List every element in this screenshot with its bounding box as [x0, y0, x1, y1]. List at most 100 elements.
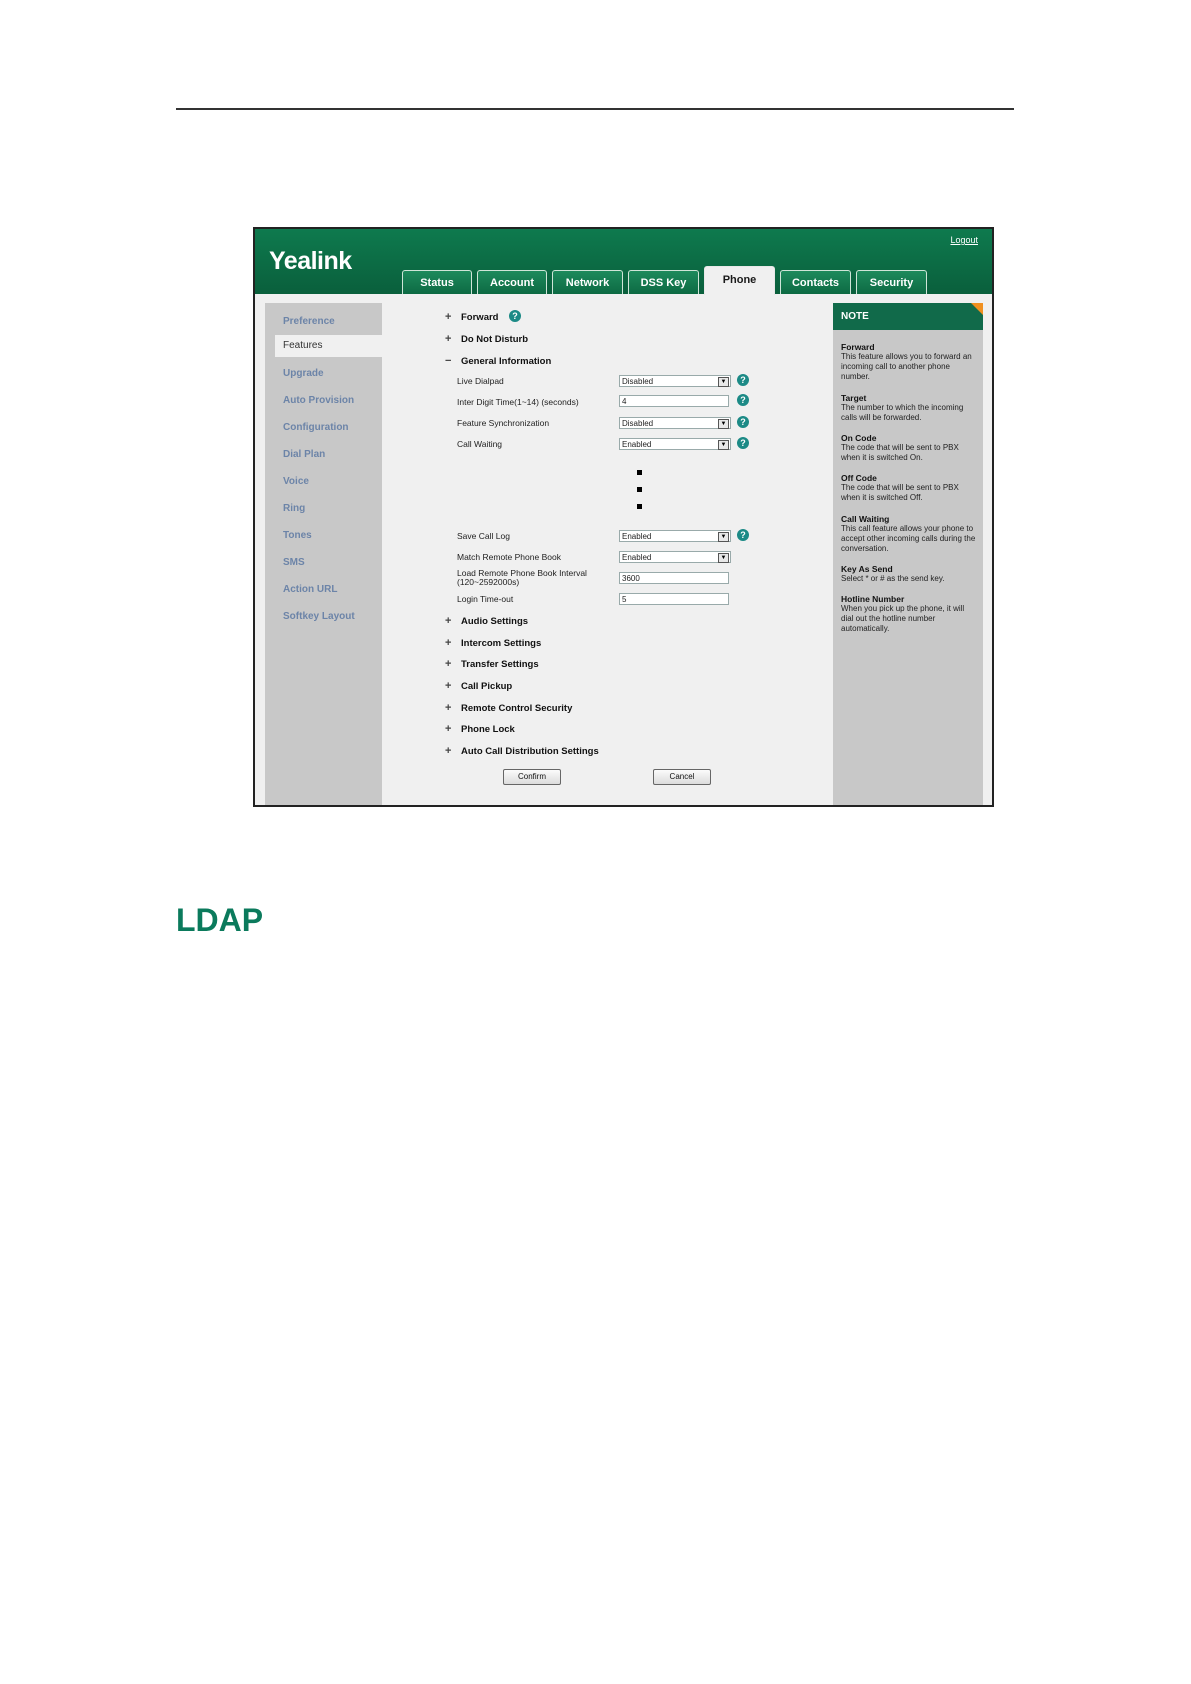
- section-label: General Information: [461, 356, 552, 367]
- inter-digit-time-label: Inter Digit Time(1~14) (seconds): [457, 397, 579, 407]
- chevron-down-icon[interactable]: ▼: [718, 553, 729, 563]
- select-value: Disabled: [622, 377, 654, 386]
- section-label: Phone Lock: [461, 724, 515, 735]
- tab-account[interactable]: Account: [477, 270, 547, 294]
- section-call-pickup[interactable]: + Call Pickup: [445, 680, 512, 692]
- note-panel: NOTE Forward This feature allows you to …: [833, 303, 983, 805]
- help-icon[interactable]: ?: [737, 437, 749, 449]
- sidebar-item-upgrade[interactable]: Upgrade: [283, 368, 324, 379]
- page-header-rule: [176, 108, 1014, 110]
- live-dialpad-label: Live Dialpad: [457, 376, 504, 386]
- load-remote-phone-book-interval-range: (120~2592000s): [457, 577, 520, 587]
- section-label: Remote Control Security: [461, 703, 573, 714]
- note-title-call-waiting: Call Waiting: [841, 514, 890, 524]
- yealink-logo: Yealink: [269, 247, 352, 275]
- chevron-down-icon[interactable]: ▼: [718, 440, 729, 450]
- section-intercom-settings[interactable]: + Intercom Settings: [445, 637, 541, 649]
- sidebar-item-softkey-layout[interactable]: Softkey Layout: [283, 611, 355, 622]
- section-forward[interactable]: + Forward: [445, 311, 498, 323]
- live-dialpad-select[interactable]: Disabled ▼: [619, 375, 731, 387]
- section-label: Transfer Settings: [461, 659, 539, 670]
- expand-icon[interactable]: +: [445, 680, 455, 692]
- note-title-on-code: On Code: [841, 433, 877, 443]
- section-label: Intercom Settings: [461, 638, 542, 649]
- help-icon[interactable]: ?: [737, 529, 749, 541]
- note-title-off-code: Off Code: [841, 473, 877, 483]
- feature-synchronization-select[interactable]: Disabled ▼: [619, 417, 731, 429]
- section-remote-control-security[interactable]: + Remote Control Security: [445, 702, 572, 714]
- bullet-marker: [637, 504, 642, 509]
- bullet-marker: [637, 470, 642, 475]
- help-icon[interactable]: ?: [509, 310, 521, 322]
- tab-dss-key[interactable]: DSS Key: [628, 270, 699, 294]
- collapse-icon[interactable]: −: [445, 355, 455, 367]
- note-text-call-waiting: This call feature allows your phone to a…: [841, 524, 976, 553]
- expand-icon[interactable]: +: [445, 637, 455, 649]
- help-icon[interactable]: ?: [737, 416, 749, 428]
- section-label: Forward: [461, 312, 499, 323]
- note-header: NOTE: [833, 303, 983, 330]
- section-phone-lock[interactable]: + Phone Lock: [445, 723, 515, 735]
- confirm-button[interactable]: Confirm: [503, 769, 561, 785]
- sidebar-item-ring[interactable]: Ring: [283, 503, 305, 514]
- inter-digit-time-input[interactable]: 4: [619, 395, 729, 407]
- tab-contacts[interactable]: Contacts: [780, 270, 851, 294]
- note-title-target: Target: [841, 393, 867, 403]
- expand-icon[interactable]: +: [445, 333, 455, 345]
- select-value: Disabled: [622, 419, 654, 428]
- sidebar-item-auto-provision[interactable]: Auto Provision: [283, 395, 354, 406]
- note-title-forward: Forward: [841, 342, 875, 352]
- section-general-information[interactable]: − General Information: [445, 355, 551, 367]
- tab-security[interactable]: Security: [856, 270, 927, 294]
- help-icon[interactable]: ?: [737, 374, 749, 386]
- tab-phone[interactable]: Phone: [704, 266, 775, 295]
- section-label: Audio Settings: [461, 616, 529, 627]
- section-auto-call-distribution-settings[interactable]: + Auto Call Distribution Settings: [445, 745, 599, 757]
- sidebar-item-preference[interactable]: Preference: [283, 316, 335, 327]
- logout-link[interactable]: Logout: [950, 235, 978, 245]
- sidebar-item-features[interactable]: Features: [275, 335, 383, 357]
- note-text-hotline-number: When you pick up the phone, it will dial…: [841, 604, 965, 633]
- section-label: Call Pickup: [461, 681, 513, 692]
- match-remote-phone-book-select[interactable]: Enabled ▼: [619, 551, 731, 563]
- cancel-button[interactable]: Cancel: [653, 769, 711, 785]
- chevron-down-icon[interactable]: ▼: [718, 377, 729, 387]
- call-waiting-select[interactable]: Enabled ▼: [619, 438, 731, 450]
- sidebar-item-sms[interactable]: SMS: [283, 557, 305, 568]
- section-transfer-settings[interactable]: + Transfer Settings: [445, 658, 539, 670]
- section-do-not-disturb[interactable]: + Do Not Disturb: [445, 333, 528, 345]
- features-panel: + Forward ? + Do Not Disturb − General Info…: [385, 303, 830, 805]
- expand-icon[interactable]: +: [445, 658, 455, 670]
- note-text-target: The number to which the incoming calls w…: [841, 403, 964, 422]
- sidebar-item-action-url[interactable]: Action URL: [283, 584, 337, 595]
- help-icon[interactable]: ?: [737, 394, 749, 406]
- expand-icon[interactable]: +: [445, 311, 455, 323]
- note-text-forward: This feature allows you to forward an in…: [841, 352, 972, 381]
- sidebar-item-configuration[interactable]: Configuration: [283, 422, 349, 433]
- save-call-log-select[interactable]: Enabled ▼: [619, 530, 731, 542]
- note-title-key-as-send: Key As Send: [841, 564, 893, 574]
- chevron-down-icon[interactable]: ▼: [718, 532, 729, 542]
- sidebar-item-dial-plan[interactable]: Dial Plan: [283, 449, 325, 460]
- select-value: Enabled: [622, 440, 652, 449]
- expand-icon[interactable]: +: [445, 702, 455, 714]
- sidebar: Preference Features Upgrade Auto Provisi…: [265, 303, 383, 805]
- sidebar-item-tones[interactable]: Tones: [283, 530, 312, 541]
- top-bar: Yealink Logout Status Account Network DS…: [255, 229, 992, 295]
- tab-network[interactable]: Network: [552, 270, 623, 294]
- tab-status[interactable]: Status: [402, 270, 472, 294]
- section-audio-settings[interactable]: + Audio Settings: [445, 615, 528, 627]
- section-label: Auto Call Distribution Settings: [461, 746, 599, 757]
- match-remote-phone-book-label: Match Remote Phone Book: [457, 552, 561, 562]
- note-title-hotline-number: Hotline Number: [841, 594, 905, 604]
- expand-icon[interactable]: +: [445, 723, 455, 735]
- expand-icon[interactable]: +: [445, 745, 455, 757]
- expand-icon[interactable]: +: [445, 615, 455, 627]
- load-remote-phone-book-interval-input[interactable]: 3600: [619, 572, 729, 584]
- login-time-out-input[interactable]: 5: [619, 593, 729, 605]
- note-text-key-as-send: Select * or # as the send key.: [841, 574, 945, 583]
- sidebar-item-voice[interactable]: Voice: [283, 476, 309, 487]
- save-call-log-label: Save Call Log: [457, 531, 510, 541]
- chevron-down-icon[interactable]: ▼: [718, 419, 729, 429]
- web-ui-screenshot: Yealink Logout Status Account Network DS…: [253, 227, 994, 807]
